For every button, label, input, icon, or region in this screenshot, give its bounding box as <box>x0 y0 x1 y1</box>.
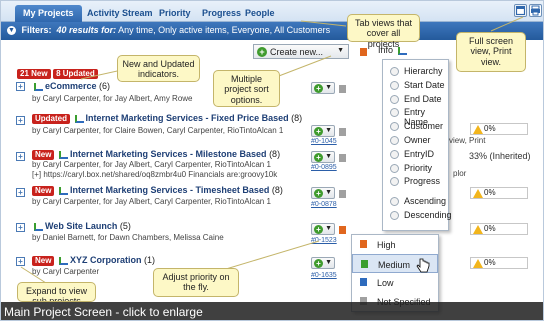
main-project-screen: My Projects Activity Stream Priority Pro… <box>0 0 544 321</box>
callout-sort: Multiple project sort options. <box>213 70 280 107</box>
callout-priority: Adjust priority on the fly. <box>153 268 239 297</box>
callout-expand: Expand to view sub projects <box>17 282 96 302</box>
callout-indicators: New and Updated indicators. <box>117 55 200 82</box>
callout-tab-views: Tab views that cover all projects <box>347 14 420 49</box>
screenshot-caption[interactable]: Main Project Screen - click to enlarge <box>1 302 543 320</box>
callout-fullscreen: Full screen view, Print view. <box>456 32 526 72</box>
